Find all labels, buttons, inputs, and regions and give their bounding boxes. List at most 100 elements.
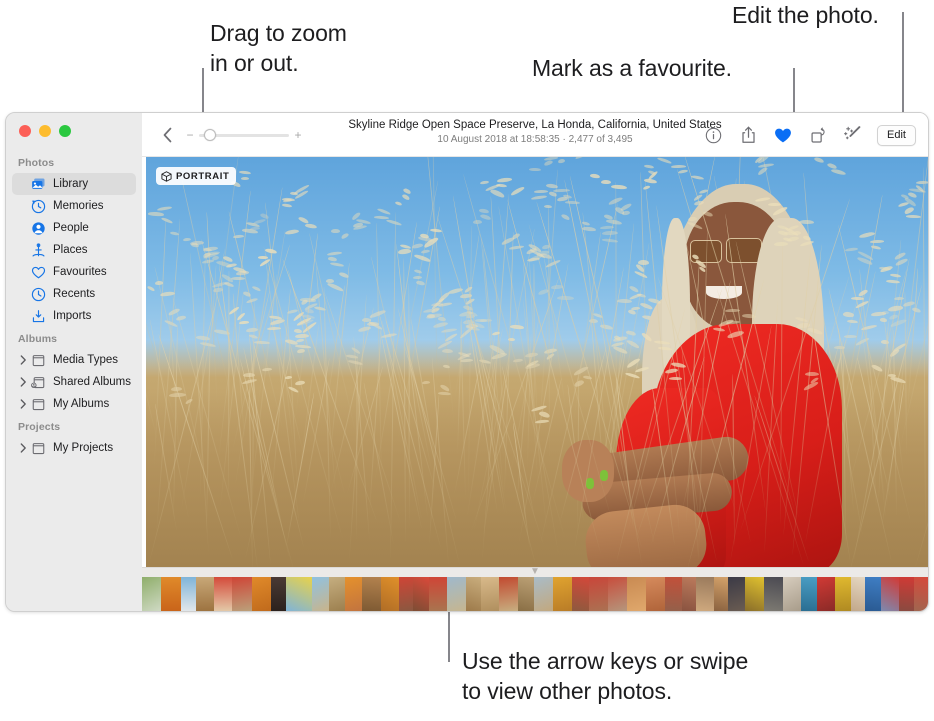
filmstrip-thumbnail[interactable] [518,577,534,611]
filmstrip-thumbnail[interactable] [696,577,714,611]
thumbnail-image [589,577,608,611]
filmstrip-thumbnail[interactable] [835,577,851,611]
folder-icon [31,353,46,368]
filmstrip-thumbnail[interactable] [429,577,447,611]
sidebar-item-memories[interactable]: Memories [12,195,136,217]
filmstrip-thumbnail[interactable] [714,577,728,611]
filmstrip-thumbnail[interactable] [728,577,745,611]
sidebar-item-imports[interactable]: Imports [12,305,136,327]
filmstrip-thumbnail[interactable] [553,577,572,611]
thumbnail-image [851,577,865,611]
filmstrip-thumbnail[interactable] [181,577,196,611]
thumbnail-image [286,577,312,611]
edit-button[interactable]: Edit [877,125,916,146]
zoom-button[interactable] [59,125,71,137]
toolbar-buttons: Edit [702,113,916,157]
sidebar-item-my-albums[interactable]: My Albums [12,393,136,415]
favourite-button[interactable] [772,124,794,146]
disclosure-triangle-icon[interactable] [18,355,29,365]
thumbnail-image [835,577,851,611]
filmstrip-thumbnail[interactable] [214,577,232,611]
sidebar-item-label: Imports [53,310,91,322]
filmstrip-thumbnail[interactable] [783,577,801,611]
sidebar-section-header: Albums [6,327,142,349]
filmstrip-thumbnail[interactable] [286,577,312,611]
filmstrip-thumbnail[interactable] [646,577,665,611]
filmstrip-thumbnail[interactable] [914,577,928,611]
filmstrip-thumbnail[interactable] [481,577,499,611]
close-button[interactable] [19,125,31,137]
thumbnail-image [646,577,665,611]
filmstrip-thumbnail[interactable] [817,577,835,611]
sidebar-item-library[interactable]: Library [12,173,136,195]
filmstrip-thumbnail[interactable] [745,577,764,611]
portrait-badge-label: PORTRAIT [176,171,229,182]
back-button[interactable] [156,124,178,146]
filmstrip-thumbnail[interactable] [466,577,481,611]
zoom-slider-track[interactable] [199,134,289,137]
filmstrip-thumbnail[interactable] [499,577,518,611]
sidebar-item-places[interactable]: Places [12,239,136,261]
zoom-out-label[interactable]: − [184,129,196,141]
filmstrip-thumbnail[interactable] [589,577,608,611]
filmstrip-thumbnail[interactable] [865,577,881,611]
callout-favourite: Mark as a favourite. [532,53,732,83]
disclosure-triangle-icon[interactable] [18,443,29,453]
filmstrip-thumbnail[interactable] [345,577,362,611]
filmstrip-thumbnail[interactable] [801,577,817,611]
zoom-in-label[interactable]: + [292,129,304,141]
filmstrip-thumbnail[interactable] [682,577,696,611]
filmstrip-thumbnail[interactable] [627,577,646,611]
shared-folder-icon [30,374,46,390]
filmstrip-thumbnail[interactable] [362,577,381,611]
filmstrip-thumbnail[interactable] [399,577,413,611]
zoom-slider[interactable]: − + [184,124,304,146]
sidebar-item-favourites[interactable]: Favourites [12,261,136,283]
sidebar-item-label: Media Types [53,354,118,366]
filmstrip-thumbnail[interactable] [851,577,865,611]
folder-icon [30,396,46,412]
rotate-button[interactable] [807,124,829,146]
photo-image[interactable]: PORTRAIT [146,157,929,574]
filmstrip-thumbnail[interactable] [196,577,214,611]
filmstrip-thumbnail[interactable] [232,577,252,611]
filmstrip-thumbnail[interactable] [899,577,914,611]
sidebar-item-recents[interactable]: Recents [12,283,136,305]
filmstrip-thumbnail[interactable] [312,577,329,611]
sidebar-item-media-types[interactable]: Media Types [12,349,136,371]
info-button[interactable] [702,124,724,146]
chevron-right-icon [20,399,27,409]
shared-folder-icon [31,375,46,390]
toolbar: − + Skyline Ridge Open Space Preserve, L… [142,113,928,157]
filmstrip-thumbnail[interactable] [881,577,899,611]
sidebar-item-shared-albums[interactable]: Shared Albums [12,371,136,393]
filmstrip-thumbnail[interactable] [572,577,589,611]
disclosure-triangle-icon[interactable] [18,399,29,409]
places-icon [30,242,46,258]
filmstrip-thumbnail[interactable] [534,577,553,611]
photo-viewer[interactable]: PORTRAIT ▼ [142,157,928,611]
filmstrip-thumbnail[interactable] [413,577,429,611]
window-controls[interactable] [19,125,71,137]
sidebar-item-people[interactable]: People [12,217,136,239]
thumbnail-image [252,577,271,611]
filmstrip-thumbnail[interactable] [608,577,627,611]
filmstrip-thumbnail[interactable] [252,577,271,611]
filmstrip-thumbnail[interactable] [764,577,783,611]
share-button[interactable] [737,124,759,146]
filmstrip-thumbnail[interactable] [381,577,399,611]
filmstrip-thumbnail[interactable] [329,577,345,611]
folder-icon [31,441,46,456]
disclosure-triangle-icon[interactable] [18,377,29,387]
minimize-button[interactable] [39,125,51,137]
zoom-slider-thumb[interactable] [204,129,216,141]
auto-enhance-button[interactable] [842,124,864,146]
filmstrip-thumbnail[interactable] [271,577,286,611]
filmstrip-container[interactable]: ▼ [142,567,928,611]
filmstrip[interactable] [142,577,928,611]
sidebar-item-my-projects[interactable]: My Projects [12,437,136,459]
filmstrip-thumbnail[interactable] [665,577,682,611]
filmstrip-thumbnail[interactable] [447,577,466,611]
filmstrip-thumbnail[interactable] [161,577,181,611]
filmstrip-thumbnail[interactable] [142,577,161,611]
